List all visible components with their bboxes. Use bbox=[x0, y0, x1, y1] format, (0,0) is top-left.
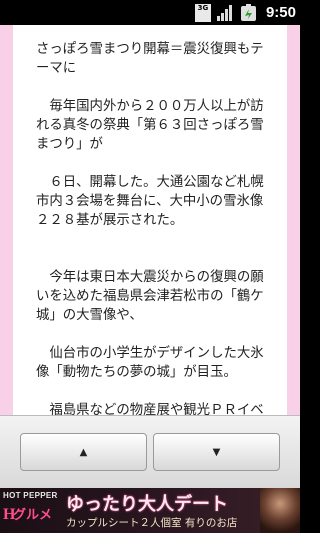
up-arrow-icon: ▲ bbox=[79, 446, 88, 458]
battery-icon bbox=[240, 3, 256, 21]
clock: 9:50 bbox=[265, 4, 296, 21]
article-body[interactable]: さっぽろ雪まつり開幕＝震災復興もテーマに 毎年国内外から２００万人以上が訪れる真… bbox=[13, 25, 287, 415]
article-paragraph: ６日、開幕した。大通公園など札幌市内３会場を舞台に、大中小の雪氷像２２８基が展示… bbox=[36, 175, 264, 228]
article-paragraph: 毎年国内外から２００万人以上が訪れる真冬の祭典「第６３回さっぽろ雪まつり」が bbox=[36, 99, 264, 152]
page-up-button[interactable]: ▲ bbox=[20, 433, 147, 471]
3g-icon: 3G bbox=[194, 3, 211, 22]
ad-headline: ゆったり大人デート bbox=[66, 494, 228, 515]
ad-banner[interactable]: HOT PEPPER H グルメ ゆったり大人デート カップルシート２人個室 有… bbox=[0, 488, 300, 533]
ad-photo bbox=[260, 488, 300, 533]
article-paragraph: 仙台市の小学生がデザインした大氷像「動物たちの夢の城」が目玉。 bbox=[36, 346, 264, 380]
article-title: さっぽろ雪まつり開幕＝震災復興もテーマに bbox=[36, 42, 264, 76]
hotpepper-logo: HOT PEPPER H グルメ bbox=[3, 491, 61, 530]
article-paragraph: 今年は東日本大震災からの復興の願いを込めた福島県会津若松市の「鶴ケ城」の大雪像や… bbox=[36, 270, 264, 323]
signal-icon bbox=[216, 4, 232, 21]
down-arrow-icon: ▼ bbox=[212, 446, 221, 458]
ad-brand-mark: H bbox=[3, 506, 16, 523]
paging-bar: ▲ ▼ bbox=[0, 415, 300, 488]
status-bar: 3G 9:50 bbox=[0, 0, 300, 25]
page-down-button[interactable]: ▼ bbox=[153, 433, 280, 471]
content-frame: さっぽろ雪まつり開幕＝震災復興もテーマに 毎年国内外から２００万人以上が訪れる真… bbox=[0, 25, 300, 415]
ad-subtext: カップルシート２人個室 有りのお店 bbox=[66, 517, 238, 529]
ad-brand-bottom: グルメ bbox=[13, 508, 53, 523]
network-type-label: 3G bbox=[197, 3, 209, 12]
ad-brand-top: HOT PEPPER bbox=[3, 491, 58, 500]
article-paragraph: 福島県などの物産展や観光ＰＲイベントも開催された。 bbox=[49, 403, 264, 415]
